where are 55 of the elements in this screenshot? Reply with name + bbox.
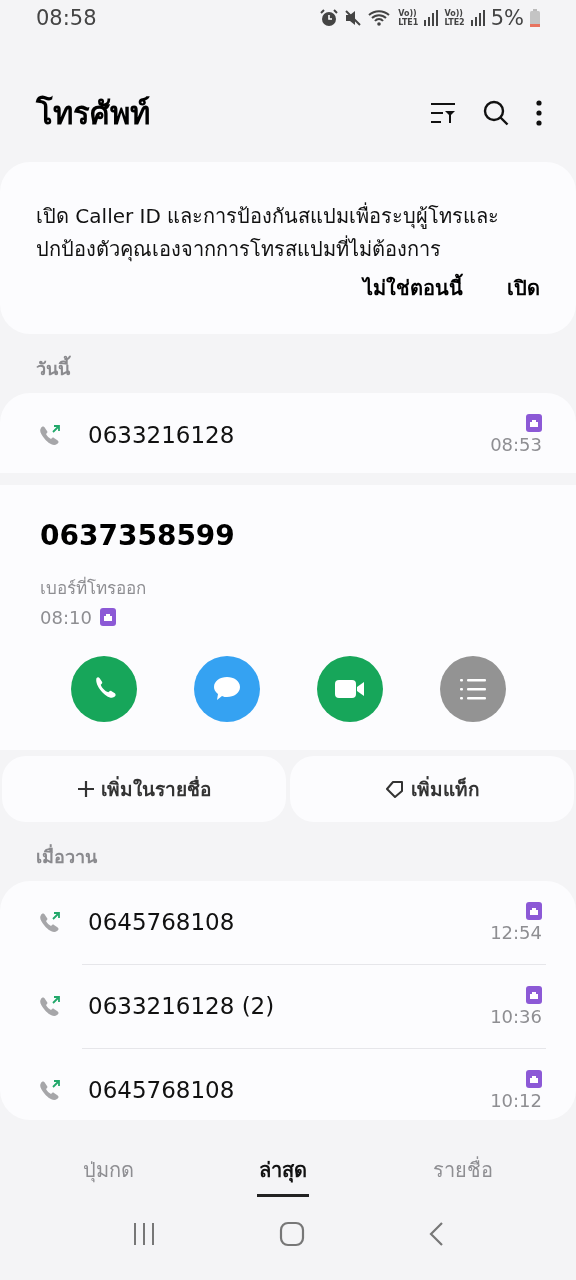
plus-icon bbox=[77, 779, 95, 798]
filter-icon bbox=[430, 102, 456, 125]
search-icon bbox=[482, 99, 510, 128]
banner-action[interactable]: ไม่ใช่ตอนนี้ bbox=[363, 272, 463, 305]
add-tag-button[interactable]: เพิ่มแท็ก bbox=[290, 755, 574, 822]
battery-percent: 5% bbox=[490, 6, 524, 31]
phone-number: 0633216128 bbox=[88, 421, 236, 448]
call-time: 08:10 bbox=[40, 606, 92, 628]
call-time: 10:36 bbox=[490, 1005, 542, 1027]
sim-card-icon bbox=[526, 1069, 542, 1088]
outgoing-call-icon bbox=[38, 1079, 62, 1102]
alarm-clock-icon bbox=[320, 9, 339, 28]
sim-card-icon bbox=[526, 985, 542, 1004]
phone-number: 0645768108 bbox=[88, 909, 236, 936]
phone-number: 0633216128 (2) bbox=[88, 993, 276, 1020]
tag-icon bbox=[384, 779, 405, 798]
call-time: 12:54 bbox=[490, 921, 542, 943]
signal-icon bbox=[470, 10, 485, 27]
call-time: 08:53 bbox=[490, 434, 542, 456]
volte-label: Vo)) bbox=[398, 9, 417, 19]
sim-card-icon bbox=[526, 901, 542, 920]
back-icon bbox=[428, 1220, 445, 1247]
phone-number: 0645768108 bbox=[88, 1077, 236, 1104]
network-label: LTE2 bbox=[444, 18, 465, 28]
signal-icon bbox=[424, 10, 439, 27]
sim-card-icon bbox=[99, 608, 116, 627]
outgoing-call-icon bbox=[38, 423, 62, 446]
more-options-icon bbox=[536, 100, 542, 127]
section-heading: วันนี้ bbox=[0, 334, 576, 394]
banner-text: เปิด Caller ID และการป้องกันสแปมเพื่อระบุผู้โทรและปกป้องตัวคุณเองจากการโทรสแปมที่ไม่ต้องการ bbox=[36, 201, 501, 264]
status-time: 08:58 bbox=[36, 6, 97, 31]
bottom-tab[interactable]: ล่าสุด bbox=[257, 1146, 310, 1198]
banner-action[interactable]: เปิด bbox=[507, 272, 540, 305]
call-log-item[interactable]: 0633216128 08:53 bbox=[0, 393, 576, 473]
add-to-contacts-button[interactable]: เพิ่มในรายชื่อ bbox=[2, 755, 286, 822]
call-type: เบอร์ที่โทรออก bbox=[40, 575, 147, 600]
chat-bubble-icon bbox=[211, 674, 242, 703]
list-icon bbox=[458, 677, 487, 700]
sim-card-icon bbox=[526, 414, 542, 433]
network-label: LTE1 bbox=[398, 18, 419, 28]
home-icon bbox=[279, 1220, 305, 1247]
video-camera-icon bbox=[333, 677, 366, 700]
call-log-item[interactable]: 0633216128 (2) 10:36 bbox=[0, 964, 576, 1048]
page-title: โทรศัพท์ bbox=[36, 94, 151, 134]
outgoing-call-icon bbox=[38, 995, 62, 1018]
recent-apps-icon bbox=[131, 1221, 156, 1246]
section-heading: เมื่อวาน bbox=[35, 843, 98, 869]
volte-label: Vo)) bbox=[444, 9, 465, 19]
call-time: 10:12 bbox=[490, 1089, 542, 1111]
battery-icon bbox=[530, 9, 540, 28]
phone-number: 0637358599 bbox=[40, 518, 236, 552]
muted-speaker-icon bbox=[344, 9, 363, 28]
call-log-item[interactable]: 0645768108 10:12 bbox=[0, 1048, 576, 1121]
call-log-item[interactable]: 0645768108 12:54 bbox=[0, 880, 576, 964]
outgoing-call-icon bbox=[38, 911, 62, 934]
